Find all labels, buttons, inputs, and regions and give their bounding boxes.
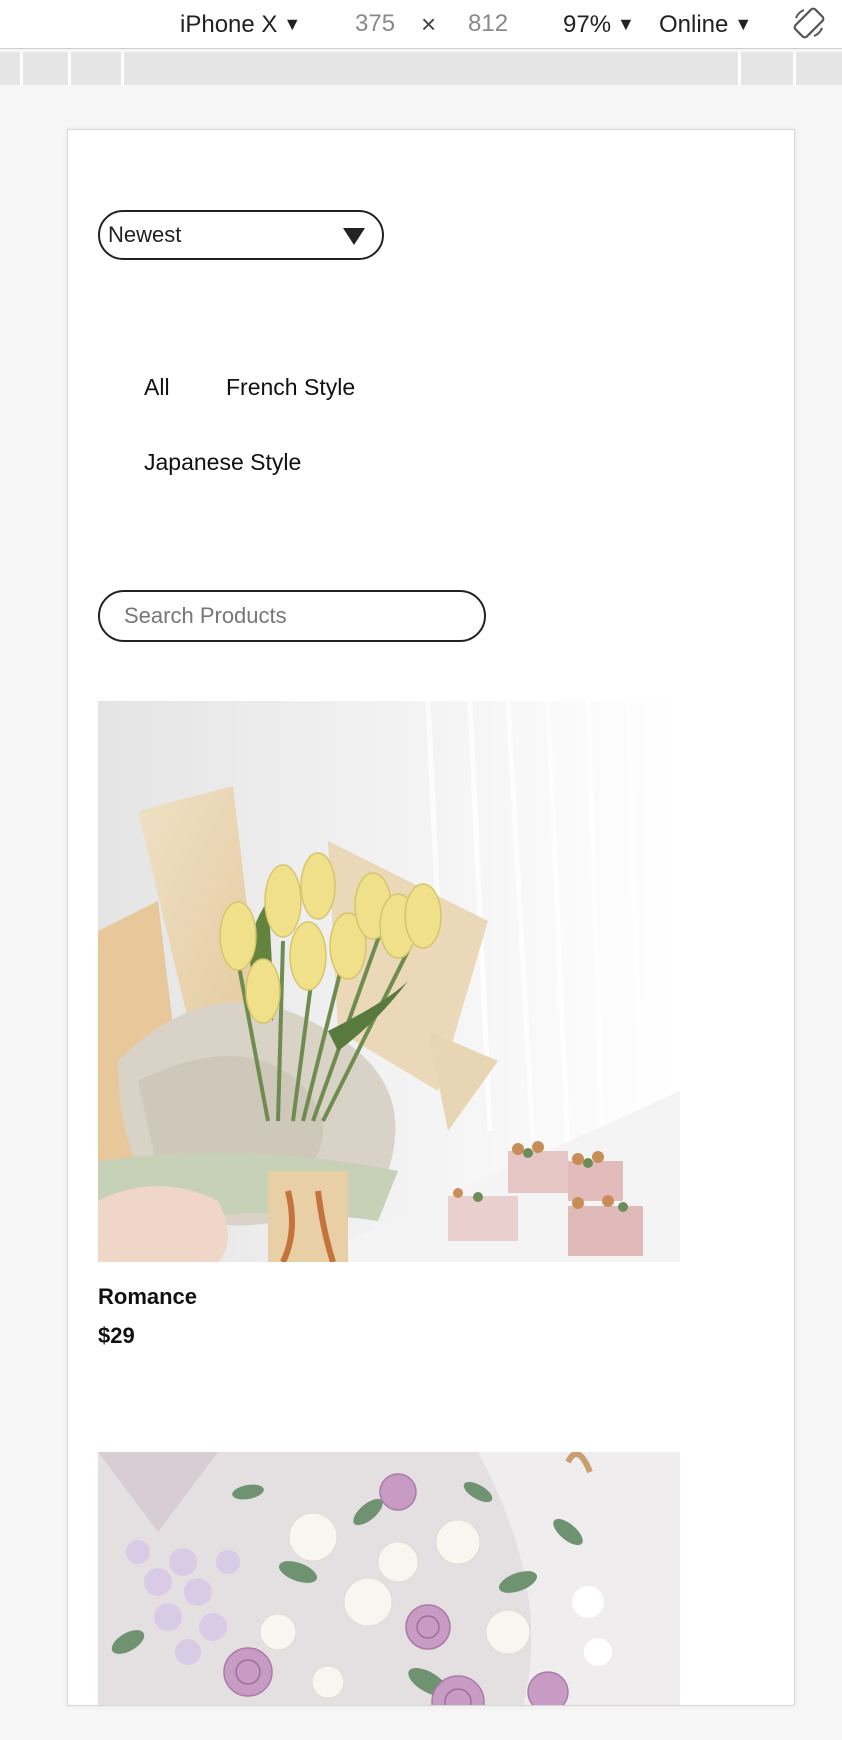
product-image-2[interactable] [98, 1452, 680, 1705]
media-query-marker[interactable] [121, 52, 124, 85]
caret-down-icon: ▼ [283, 14, 302, 34]
caret-down-icon: ▼ [734, 14, 753, 34]
sort-dropdown[interactable]: Newest [98, 210, 384, 260]
caret-down-icon: ▼ [617, 14, 635, 34]
device-viewport: Newest All French Style Japanese Style S… [67, 129, 795, 1706]
rotate-device-icon[interactable] [792, 6, 826, 40]
dropdown-triangle-icon [343, 228, 365, 245]
zoom-label: 97% [563, 11, 612, 38]
media-query-marker[interactable] [20, 52, 23, 85]
search-products-input[interactable]: Search Products [98, 590, 486, 642]
device-select[interactable]: iPhone X ▼ [180, 8, 301, 40]
product-image-romance[interactable] [98, 701, 680, 1262]
sort-selected-value: Newest [108, 222, 182, 247]
product-name[interactable]: Romance [98, 1284, 197, 1310]
device-toolbar: iPhone X ▼ 375 × 812 97% ▼ Online ▼ [0, 0, 842, 49]
media-query-marker[interactable] [68, 52, 71, 85]
height-input[interactable]: 812 [468, 8, 508, 40]
close-x-icon: × [421, 9, 437, 39]
network-label: Online [659, 11, 729, 38]
category-japanese-style[interactable]: Japanese Style [144, 449, 301, 476]
media-query-bar[interactable] [0, 52, 842, 85]
media-query-marker[interactable] [793, 52, 796, 85]
zoom-select[interactable]: 97% ▼ [563, 8, 635, 40]
category-french-style[interactable]: French Style [226, 374, 355, 401]
network-throttle-select[interactable]: Online ▼ [659, 8, 752, 40]
device-label: iPhone X [180, 11, 278, 38]
category-all[interactable]: All [144, 374, 170, 401]
product-price: $29 [98, 1323, 135, 1348]
width-input[interactable]: 375 [355, 8, 395, 40]
media-query-marker[interactable] [738, 52, 741, 85]
